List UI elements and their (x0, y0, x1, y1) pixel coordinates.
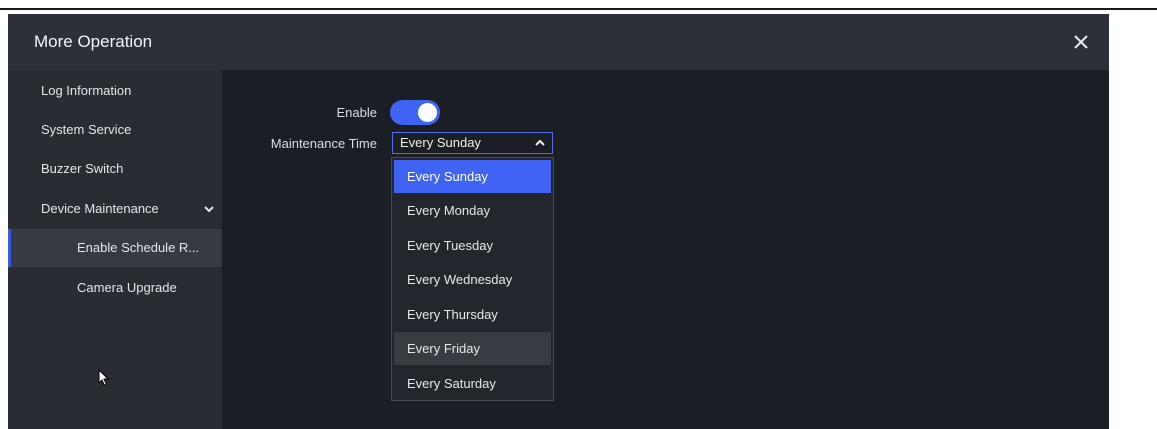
option-label: Every Friday (407, 341, 480, 356)
sidebar-item-device-maintenance[interactable]: Device Maintenance (8, 190, 222, 228)
sidebar: Log Information System Service Buzzer Sw… (8, 70, 222, 429)
enable-label: Enable (336, 105, 377, 120)
chevron-up-icon (535, 139, 545, 146)
option-every-tuesday[interactable]: Every Tuesday (394, 229, 551, 262)
maintenance-time-dropdown: Every Sunday Every Monday Every Tuesday … (391, 157, 554, 401)
content-panel: Enable Maintenance Time Every Sunday Eve… (222, 70, 1109, 429)
top-divider (0, 8, 1157, 10)
maintenance-time-value: Every Sunday (400, 135, 481, 150)
option-every-sunday[interactable]: Every Sunday (394, 160, 551, 193)
option-label: Every Monday (407, 203, 491, 218)
sidebar-item-enable-schedule-reboot[interactable]: Enable Schedule R... (8, 229, 222, 267)
sidebar-item-label: System Service (41, 122, 132, 137)
title-bar: More Operation (8, 14, 1109, 70)
option-label: Every Thursday (407, 307, 498, 322)
dialog-title: More Operation (34, 32, 153, 51)
sidebar-item-system-service[interactable]: System Service (8, 111, 222, 149)
option-every-thursday[interactable]: Every Thursday (394, 298, 551, 331)
close-icon (1074, 35, 1088, 49)
option-every-monday[interactable]: Every Monday (394, 194, 551, 227)
toggle-knob (418, 103, 437, 122)
sidebar-item-log-information[interactable]: Log Information (8, 72, 222, 110)
chevron-down-icon (204, 206, 214, 213)
option-label: Every Tuesday (407, 238, 493, 253)
close-button[interactable] (1067, 28, 1095, 56)
sidebar-item-buzzer-switch[interactable]: Buzzer Switch (8, 150, 222, 188)
option-every-friday[interactable]: Every Friday (394, 332, 551, 365)
sidebar-item-label: Device Maintenance (41, 201, 159, 216)
sidebar-item-label: Camera Upgrade (77, 280, 177, 295)
sidebar-item-camera-upgrade[interactable]: Camera Upgrade (8, 269, 222, 307)
sidebar-item-label: Buzzer Switch (41, 161, 124, 176)
mouse-cursor-icon (98, 369, 110, 387)
maintenance-time-select[interactable]: Every Sunday (392, 132, 553, 154)
sidebar-item-label: Log Information (41, 83, 132, 98)
maintenance-time-label: Maintenance Time (270, 136, 377, 151)
option-label: Every Saturday (407, 376, 496, 391)
option-every-saturday[interactable]: Every Saturday (394, 367, 551, 400)
sidebar-item-label: Enable Schedule R... (77, 240, 200, 255)
option-label: Every Sunday (407, 169, 488, 184)
option-label: Every Wednesday (407, 272, 513, 287)
enable-toggle[interactable] (390, 100, 440, 125)
more-operation-dialog: More Operation Log Information System Se… (8, 14, 1109, 429)
option-every-wednesday[interactable]: Every Wednesday (394, 263, 551, 296)
